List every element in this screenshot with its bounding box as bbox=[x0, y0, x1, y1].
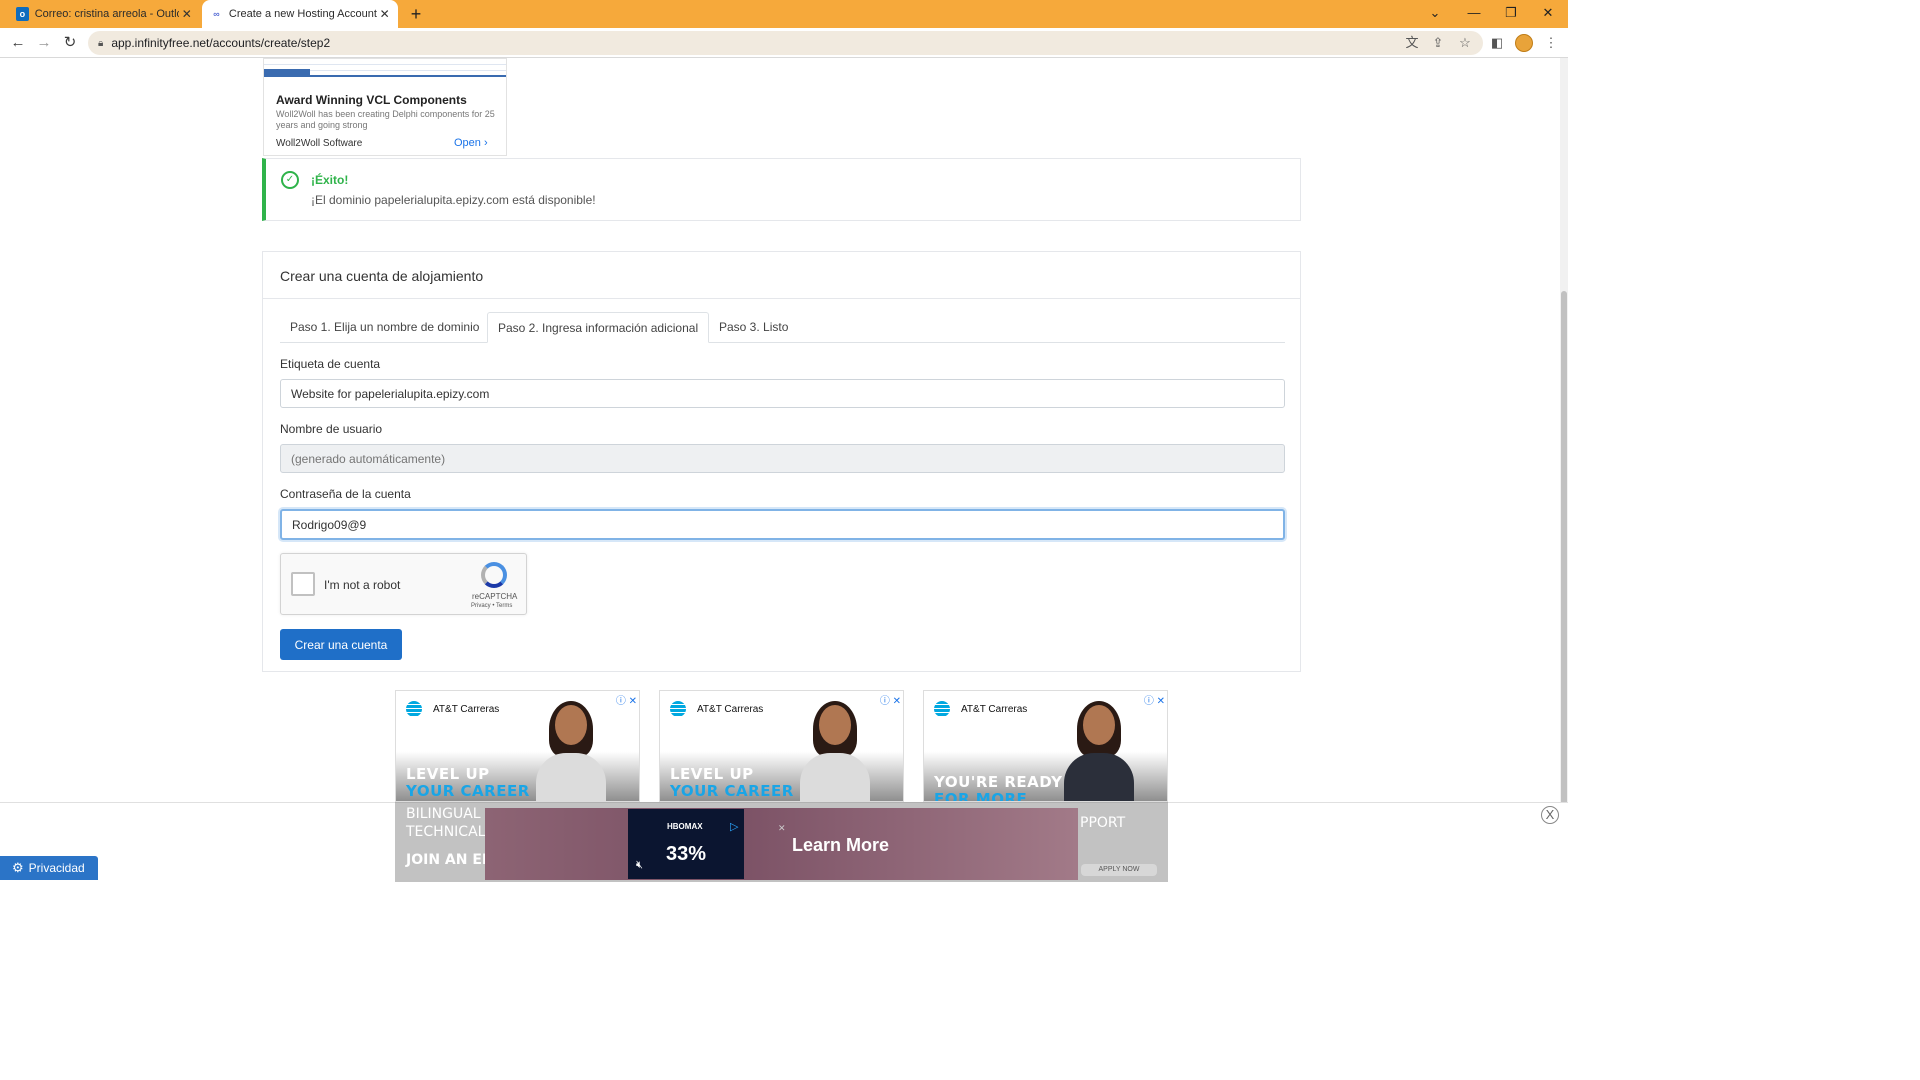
menu-icon[interactable]: ⋮ bbox=[1541, 33, 1561, 53]
chevron-right-icon: › bbox=[483, 137, 488, 149]
gear-icon: ⚙ bbox=[12, 860, 24, 875]
username-label: Nombre de usuario bbox=[280, 422, 383, 436]
card-title: Crear una cuenta de alojamiento bbox=[263, 252, 1300, 299]
ad-brand: AT&T Carreras bbox=[433, 704, 500, 715]
scrollbar-thumb[interactable] bbox=[1561, 291, 1567, 851]
tab-title: Correo: cristina arreola - Outlook bbox=[34, 8, 180, 20]
new-tab-button[interactable]: + bbox=[406, 4, 426, 24]
minimize-button[interactable]: — bbox=[1455, 0, 1493, 28]
ad-person-image bbox=[800, 699, 870, 801]
ad-info-close-icon[interactable]: ⓘ ✕ bbox=[1144, 692, 1165, 707]
recaptcha-checkbox[interactable] bbox=[291, 572, 315, 596]
tab-outlook[interactable]: o Correo: cristina arreola - Outlook ✕ bbox=[8, 0, 200, 28]
ad-image bbox=[264, 59, 506, 77]
translate-icon[interactable]: 文 bbox=[1402, 33, 1422, 53]
tab-close-icon[interactable]: ✕ bbox=[179, 7, 194, 21]
tab-step-2[interactable]: Paso 2. Ingresa información adicional bbox=[487, 312, 710, 343]
ad-person-image bbox=[536, 699, 606, 801]
restore-button[interactable]: ❐ bbox=[1492, 0, 1530, 28]
ad-description: Woll2Woll has been creating Delphi compo… bbox=[276, 109, 495, 130]
check-circle-icon: ✓ bbox=[281, 171, 299, 189]
video-player[interactable]: ✕ HBOMAX 33% 🔇︎ bbox=[628, 809, 786, 879]
tab-close-icon[interactable]: ✕ bbox=[377, 7, 392, 21]
video-discount: 33% bbox=[666, 843, 707, 865]
ad-headline: YOU'RE READY bbox=[934, 773, 1063, 791]
play-icon[interactable]: ▷ bbox=[730, 820, 738, 833]
learn-more-button[interactable]: Learn More bbox=[792, 835, 889, 856]
password-label: Contraseña de la cuenta bbox=[280, 487, 411, 501]
ad-brand: Woll2Woll Software bbox=[276, 138, 363, 149]
password-input[interactable] bbox=[280, 509, 1285, 540]
page-viewport: Award Winning VCL Components Woll2Woll h… bbox=[0, 58, 1568, 882]
close-window-button[interactable]: ✕ bbox=[1529, 0, 1567, 28]
att-ad-3[interactable]: AT&T Carreras ⓘ ✕ YOU'RE READY FOR MORE bbox=[923, 690, 1168, 802]
ad-headline: LEVEL UP bbox=[406, 765, 490, 783]
privacy-label: Privacidad bbox=[28, 861, 85, 875]
side-panel-icon[interactable]: ◧ bbox=[1487, 33, 1507, 53]
ad-subheadline: FOR MORE bbox=[934, 790, 1028, 802]
att-logo-icon bbox=[406, 701, 422, 717]
ad-ghost-apply-button: APPLY NOW bbox=[1081, 864, 1157, 876]
browser-toolbar: ← → ↻ 🔒︎ app.infinityfree.net/accounts/c… bbox=[0, 28, 1568, 58]
step-tabs: Paso 1. Elija un nombre de dominio Paso … bbox=[280, 312, 1285, 343]
recaptcha-terms-link[interactable]: Privacy • Terms bbox=[471, 603, 512, 609]
ad-info-close-icon[interactable]: ⓘ ✕ bbox=[880, 692, 901, 707]
alert-message: ¡El dominio papelerialupita.epizy.com es… bbox=[311, 193, 596, 207]
success-alert: ✓ ¡Éxito! ¡El dominio papelerialupita.ep… bbox=[262, 158, 1301, 221]
tab-step-3[interactable]: Paso 3. Listo bbox=[709, 312, 798, 343]
privacy-button[interactable]: ⚙ Privacidad bbox=[0, 856, 98, 880]
att-ad-2[interactable]: AT&T Carreras ⓘ ✕ LEVEL UP YOUR CAREER bbox=[659, 690, 904, 802]
lock-icon: 🔒︎ bbox=[98, 37, 104, 49]
forward-icon[interactable]: → bbox=[33, 32, 55, 54]
infinityfree-icon: ∞ bbox=[213, 9, 220, 19]
recaptcha-brand: reCAPTCHA bbox=[472, 592, 518, 601]
tab-step-1[interactable]: Paso 1. Elija un nombre de dominio bbox=[280, 312, 489, 343]
video-ad-banner[interactable]: ✕ HBOMAX 33% 🔇︎ ▷ Learn More bbox=[485, 808, 1078, 880]
top-ad[interactable]: Award Winning VCL Components Woll2Woll h… bbox=[263, 58, 507, 156]
back-icon[interactable]: ← bbox=[7, 32, 29, 54]
att-logo-icon bbox=[670, 701, 686, 717]
tab-title: Create a new Hosting Account - I bbox=[228, 8, 378, 20]
ad-ghost-text: BILINGUAL bbox=[406, 806, 481, 822]
scrollbar[interactable] bbox=[1560, 58, 1568, 882]
create-account-button[interactable]: Crear una cuenta bbox=[280, 629, 402, 660]
ad-brand: AT&T Carreras bbox=[961, 704, 1028, 715]
account-label-input[interactable] bbox=[280, 379, 1285, 408]
alert-title: ¡Éxito! bbox=[311, 173, 349, 187]
ad-ghost-text: PPORT bbox=[1080, 815, 1126, 831]
bookmark-star-icon[interactable]: ☆ bbox=[1455, 33, 1475, 53]
recaptcha-logo-icon bbox=[481, 562, 507, 588]
video-brand: HBOMAX bbox=[667, 822, 703, 831]
create-account-card: Crear una cuenta de alojamiento Paso 1. … bbox=[262, 251, 1301, 672]
ad-headline: LEVEL UP bbox=[670, 765, 754, 783]
mute-icon[interactable]: 🔇︎ bbox=[636, 859, 643, 872]
outlook-icon: o bbox=[16, 7, 29, 21]
ad-title: Award Winning VCL Components bbox=[276, 93, 467, 107]
address-bar[interactable]: 🔒︎ app.infinityfree.net/accounts/create/… bbox=[88, 31, 1483, 55]
ad-brand: AT&T Carreras bbox=[697, 704, 764, 715]
ad-open-link[interactable]: Open › bbox=[454, 137, 488, 149]
close-overlay-button[interactable]: X bbox=[1541, 806, 1559, 824]
att-logo-icon bbox=[934, 701, 950, 717]
ad-subheadline: YOUR CAREER bbox=[406, 782, 530, 800]
recaptcha-label: I'm not a robot bbox=[324, 578, 401, 592]
tab-search-icon[interactable]: ⌄ bbox=[1416, 0, 1454, 28]
account-label-label: Etiqueta de cuenta bbox=[280, 357, 381, 371]
reload-icon[interactable]: ↻ bbox=[59, 32, 81, 54]
share-icon[interactable]: ⇪ bbox=[1428, 33, 1448, 53]
tab-hosting-account[interactable]: ∞ Create a new Hosting Account - I ✕ bbox=[202, 0, 398, 28]
ad-info-close-icon[interactable]: ⓘ ✕ bbox=[616, 692, 637, 707]
att-ad-1[interactable]: AT&T Carreras ⓘ ✕ LEVEL UP YOUR CAREER bbox=[395, 690, 640, 802]
close-icon[interactable]: ✕ bbox=[778, 823, 786, 834]
url-text: app.infinityfree.net/accounts/create/ste… bbox=[111, 36, 331, 50]
ad-subheadline: YOUR CAREER bbox=[670, 782, 794, 800]
recaptcha-widget: I'm not a robot reCAPTCHA Privacy • Term… bbox=[280, 553, 527, 615]
profile-avatar[interactable] bbox=[1515, 34, 1533, 52]
tab-strip: o Correo: cristina arreola - Outlook ✕ ∞… bbox=[0, 0, 1568, 28]
ad-open-label: Open bbox=[454, 137, 481, 149]
ad-person-image bbox=[1064, 699, 1134, 801]
username-input[interactable] bbox=[280, 444, 1285, 473]
